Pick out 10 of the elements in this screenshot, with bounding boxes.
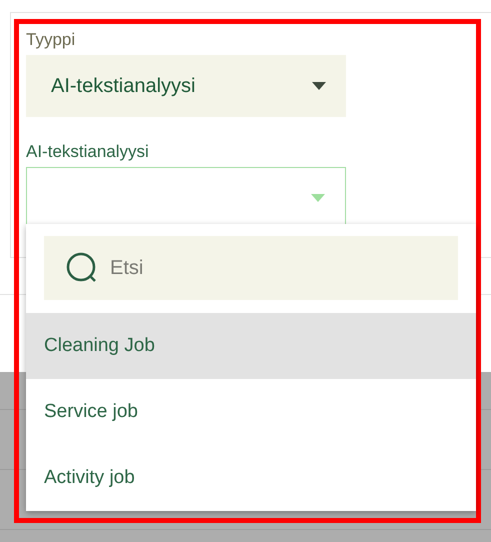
caret-icon bbox=[311, 194, 325, 202]
field-label: Tyyppi bbox=[26, 30, 76, 50]
dropdown-option[interactable]: Cleaning Job bbox=[26, 313, 476, 379]
field-label: AI-tekstianalyysi bbox=[26, 142, 150, 162]
search-input[interactable]: Etsi bbox=[108, 252, 408, 284]
search-field[interactable]: Etsi bbox=[44, 236, 458, 300]
dropdown-option[interactable]: Service job bbox=[26, 379, 476, 445]
type-select[interactable]: AI-tekstianalyysi bbox=[26, 55, 346, 117]
search-icon bbox=[66, 252, 98, 284]
dropdown-option[interactable]: Activity job bbox=[26, 445, 476, 511]
